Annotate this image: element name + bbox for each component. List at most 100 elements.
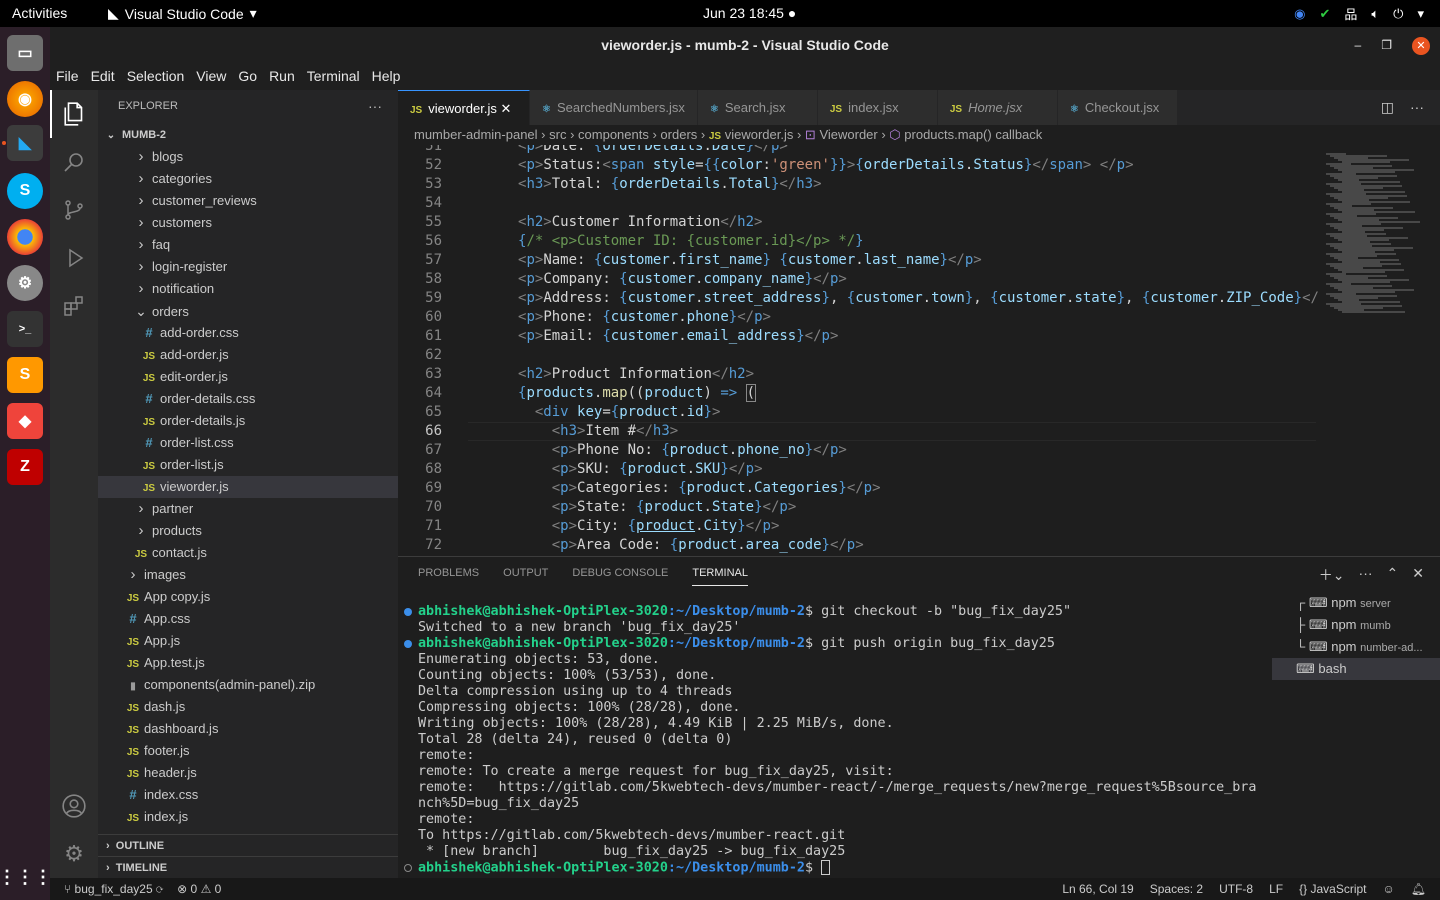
- chrome-tray-icon[interactable]: ◉: [1294, 6, 1305, 22]
- minimap[interactable]: [1318, 145, 1428, 555]
- folder-item[interactable]: ⌄ orders: [98, 300, 398, 322]
- terminal-icon[interactable]: >_: [7, 311, 43, 347]
- file-item[interactable]: # App.css: [98, 608, 398, 630]
- branch-status[interactable]: ⑂ bug_fix_day25 ⟳: [64, 878, 163, 900]
- menu-view[interactable]: View: [190, 64, 232, 90]
- check-tray-icon[interactable]: ✔: [1319, 6, 1330, 22]
- source-control-icon[interactable]: [50, 186, 98, 234]
- account-icon[interactable]: [50, 782, 98, 830]
- folder-item[interactable]: › products: [98, 520, 398, 542]
- file-item[interactable]: JS add-order.js: [98, 344, 398, 366]
- tab-terminal[interactable]: TERMINAL: [692, 567, 748, 586]
- editor-tab[interactable]: JS vieworder.js ✕: [398, 90, 530, 125]
- editor-tab[interactable]: ⚛ Checkout.jsx: [1057, 90, 1178, 125]
- crumb-project[interactable]: mumber-admin-panel: [414, 127, 538, 142]
- folder-item[interactable]: › customer_reviews: [98, 190, 398, 212]
- file-item[interactable]: JS header.js: [98, 762, 398, 784]
- file-item[interactable]: JS vieworder.js: [98, 476, 398, 498]
- firefox-icon[interactable]: ◉: [7, 81, 43, 117]
- crumb-orders[interactable]: orders: [660, 127, 697, 142]
- volume-icon[interactable]: 🔈︎: [1371, 6, 1379, 22]
- menu-help[interactable]: Help: [366, 64, 407, 90]
- terminal-instance[interactable]: ⌨ bash: [1272, 658, 1440, 680]
- eol-status[interactable]: LF: [1269, 878, 1283, 900]
- filezilla-icon[interactable]: Z: [7, 449, 43, 485]
- timeline-section[interactable]: › TIMELINE: [98, 856, 398, 878]
- file-item[interactable]: JS App.js: [98, 630, 398, 652]
- chrome-icon[interactable]: [7, 219, 43, 255]
- file-item[interactable]: # add-order.css: [98, 322, 398, 344]
- folder-item[interactable]: › login-register: [98, 256, 398, 278]
- power-icon[interactable]: ⏻: [1393, 6, 1403, 22]
- folder-item[interactable]: › notification: [98, 278, 398, 300]
- folder-item[interactable]: › images: [98, 564, 398, 586]
- menu-run[interactable]: Run: [263, 64, 301, 90]
- file-item[interactable]: JS footer.js: [98, 740, 398, 762]
- file-item[interactable]: JS index.js: [98, 806, 398, 828]
- manage-gear-icon[interactable]: ⚙: [50, 830, 98, 878]
- crumb-file[interactable]: vieworder.js: [725, 127, 794, 142]
- editor-tab[interactable]: ⚛ Search.jsx: [697, 90, 818, 125]
- language-status[interactable]: {} JavaScript: [1299, 878, 1366, 900]
- sublime-icon[interactable]: S: [7, 357, 43, 393]
- file-item[interactable]: JS order-details.js: [98, 410, 398, 432]
- file-item[interactable]: JS dashboard.js: [98, 718, 398, 740]
- more-actions-icon[interactable]: ···: [1359, 565, 1373, 585]
- tab-problems[interactable]: PROBLEMS: [418, 567, 479, 586]
- editor-tab[interactable]: JS Home.jsx: [937, 90, 1058, 125]
- file-item[interactable]: JS order-list.js: [98, 454, 398, 476]
- menu-file[interactable]: File: [50, 64, 85, 90]
- minimize-button[interactable]: ‒: [1355, 27, 1362, 64]
- skype-icon[interactable]: S: [7, 173, 43, 209]
- file-item[interactable]: # order-list.css: [98, 432, 398, 454]
- file-item[interactable]: JS App.test.js: [98, 652, 398, 674]
- crumb-component[interactable]: Vieworder: [819, 127, 877, 142]
- activities-button[interactable]: Activities: [12, 5, 67, 21]
- crumb-src[interactable]: src: [549, 127, 566, 142]
- file-item[interactable]: JS edit-order.js: [98, 366, 398, 388]
- tab-output[interactable]: OUTPUT: [503, 567, 548, 586]
- file-item[interactable]: JS App copy.js: [98, 586, 398, 608]
- terminal-instance[interactable]: ├ ⌨ npm mumb: [1272, 614, 1440, 636]
- folder-item[interactable]: › partner: [98, 498, 398, 520]
- folder-item[interactable]: › blogs: [98, 146, 398, 168]
- maximize-panel-icon[interactable]: ⌃: [1387, 565, 1399, 585]
- file-item[interactable]: JS contact.js: [98, 542, 398, 564]
- more-actions-icon[interactable]: ···: [1410, 99, 1424, 116]
- run-debug-icon[interactable]: [50, 234, 98, 282]
- close-window-button[interactable]: ✕: [1412, 36, 1430, 55]
- anydesk-icon[interactable]: ◆: [7, 403, 43, 439]
- crumb-components[interactable]: components: [578, 127, 649, 142]
- close-panel-icon[interactable]: ✕: [1412, 565, 1424, 585]
- menu-selection[interactable]: Selection: [121, 64, 191, 90]
- search-icon[interactable]: [50, 138, 98, 186]
- more-actions-icon[interactable]: ···: [368, 90, 382, 122]
- terminal-prompt-line[interactable]: abhishek@abhishek-OptiPlex-3020:~/Deskto…: [404, 860, 1260, 876]
- crumb-callback[interactable]: products.map() callback: [904, 127, 1042, 142]
- folder-item[interactable]: › faq: [98, 234, 398, 256]
- outline-section[interactable]: › OUTLINE: [98, 834, 398, 856]
- split-editor-icon[interactable]: ◫: [1381, 99, 1394, 116]
- folder-item[interactable]: › customers: [98, 212, 398, 234]
- terminal-instance[interactable]: ┌ ⌨ npm server: [1272, 592, 1440, 614]
- terminal-instance[interactable]: └ ⌨ npm number-ad...: [1272, 636, 1440, 658]
- vscode-icon[interactable]: ◣: [7, 125, 43, 161]
- problems-status[interactable]: ⊗ 0 ⚠ 0: [177, 878, 221, 900]
- settings-icon[interactable]: ⚙: [7, 265, 43, 301]
- workspace-root[interactable]: ⌄ MUMB-2: [98, 124, 398, 146]
- network-icon[interactable]: 品: [1344, 4, 1357, 23]
- maximize-button[interactable]: ❐: [1381, 27, 1392, 64]
- indentation-status[interactable]: Spaces: 2: [1150, 878, 1203, 900]
- feedback-icon[interactable]: ☺: [1383, 878, 1395, 900]
- clock[interactable]: Jun 23 18:45 ●: [703, 5, 796, 21]
- app-menu[interactable]: ◣ Visual Studio Code ▾: [108, 5, 257, 22]
- encoding-status[interactable]: UTF-8: [1219, 878, 1253, 900]
- files-icon[interactable]: ▭: [7, 35, 43, 71]
- cursor-position[interactable]: Ln 66, Col 19: [1062, 878, 1133, 900]
- file-item[interactable]: ▮ components(admin-panel).zip: [98, 674, 398, 696]
- new-terminal-icon[interactable]: ＋⌄: [1319, 565, 1345, 585]
- menu-edit[interactable]: Edit: [85, 64, 121, 90]
- menu-terminal[interactable]: Terminal: [301, 64, 366, 90]
- bell-icon[interactable]: 🔔︎: [1411, 878, 1426, 900]
- file-item[interactable]: JS dash.js: [98, 696, 398, 718]
